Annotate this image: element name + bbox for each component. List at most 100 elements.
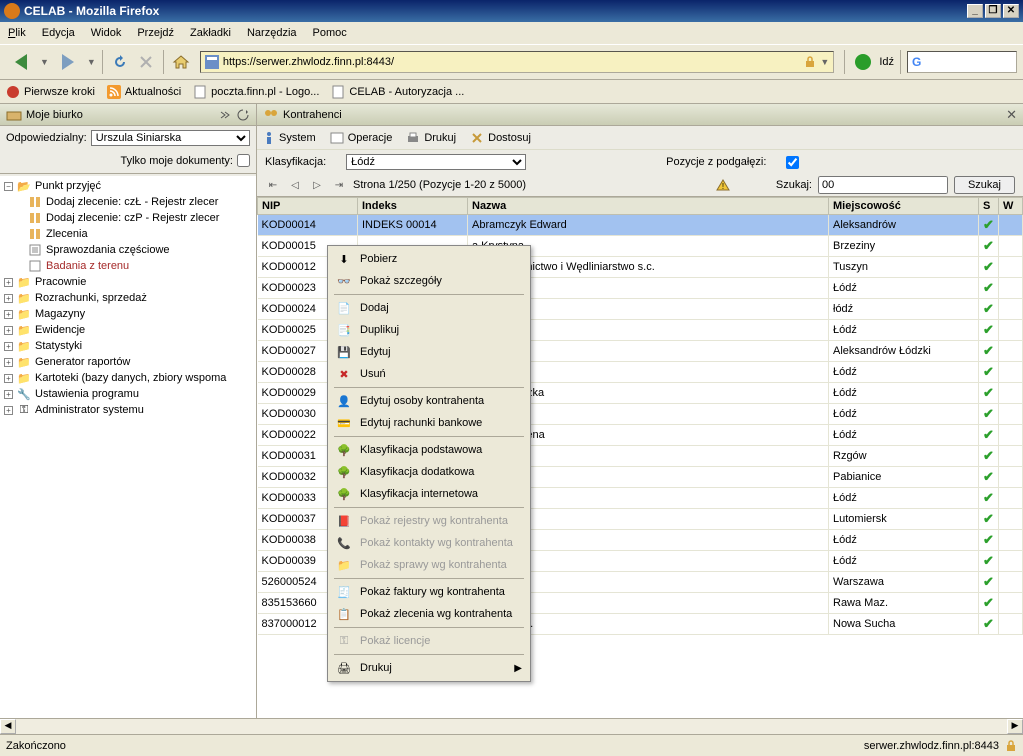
table-row[interactable]: KOD00014INDEKS 00014Abramczyk EdwardAlek… [258,215,1023,236]
ctx-kdod[interactable]: 🌳Klasyfikacja dodatkowa [330,461,528,483]
ctx-kint[interactable]: 🌳Klasyfikacja internetowa [330,483,528,505]
forward-dropdown-icon[interactable]: ▼ [87,57,96,67]
ctx-pobierz[interactable]: ⬇Pobierz [330,248,528,270]
bookmark-pierwsze[interactable]: Pierwsze kroki [6,85,95,99]
menu-file[interactable]: Plik [8,27,26,39]
tree-node-statystyki[interactable]: +📁Statystyki [0,338,256,354]
classification-select[interactable]: Łódź [346,154,526,170]
expand-icon[interactable]: + [4,326,13,335]
page-last-button[interactable]: ⇥ [331,177,347,193]
back-button[interactable] [6,48,36,76]
ctx-edytuj[interactable]: 💾Edytuj [330,341,528,363]
menu-tools[interactable]: Narzędzia [247,27,297,39]
cell-status: ✔ [979,425,999,446]
ctx-drukuj[interactable]: 🖨Drukuj▶ [330,657,528,679]
page-prev-button[interactable]: ◁ [287,177,303,193]
tree-node-rozrachunki[interactable]: +📁Rozrachunki, sprzedaż [0,290,256,306]
col-miejsc[interactable]: Miejscowość [829,198,979,215]
right-panel-toolbar: System Operacje Drukuj Dostosuj [257,126,1023,150]
menu-go[interactable]: Przejdź [137,27,174,39]
tree-node-ewidencje[interactable]: +📁Ewidencje [0,322,256,338]
ctx-osoby[interactable]: 👤Edytuj osoby kontrahenta [330,390,528,412]
back-dropdown-icon[interactable]: ▼ [40,57,49,67]
search-input[interactable] [924,56,1012,68]
expand-icon[interactable]: + [4,342,13,351]
panel-close-button[interactable]: ✕ [1006,107,1017,123]
stop-button[interactable] [135,51,157,73]
bookmark-celab[interactable]: CELAB - Autoryzacja ... [331,85,464,99]
subtree-checkbox[interactable] [786,156,799,169]
tree-node-magazyny[interactable]: +📁Magazyny [0,306,256,322]
col-s[interactable]: S [979,198,999,215]
forward-button[interactable] [53,48,83,76]
ctx-dodaj[interactable]: 📄Dodaj [330,297,528,319]
scroll-right-button[interactable]: ▶ [1007,719,1023,734]
tree-node-sprawozdania[interactable]: Sprawozdania częściowe [0,242,256,258]
tree-node-zlecenia[interactable]: Zlecenia [0,226,256,242]
go-label: Idź [879,56,894,68]
ctx-rachunki[interactable]: 💳Edytuj rachunki bankowe [330,412,528,434]
tree-node-punkt[interactable]: −📂Punkt przyjęć [0,178,256,194]
page-first-button[interactable]: ⇤ [265,177,281,193]
restore-button[interactable]: ❐ [985,4,1001,18]
menu-view[interactable]: Widok [91,27,122,39]
collapse-icon[interactable] [218,108,232,122]
tree-node-generator[interactable]: +📁Generator raportów [0,354,256,370]
expand-icon[interactable]: + [4,406,13,415]
go-button[interactable] [855,54,871,70]
menu-bookmarks[interactable]: Zakładki [190,27,231,39]
home-button[interactable] [170,51,192,73]
tree-node-ustawienia[interactable]: +🔧Ustawienia programu [0,386,256,402]
tree-node-pracownie[interactable]: +📁Pracownie [0,274,256,290]
menu-edit[interactable]: Edycja [42,27,75,39]
page-next-button[interactable]: ▷ [309,177,325,193]
minimize-button[interactable]: _ [967,4,983,18]
ctx-usun[interactable]: ✖Usuń [330,363,528,385]
expand-icon[interactable]: + [4,390,13,399]
menu-help[interactable]: Pomoc [313,27,347,39]
url-input[interactable] [223,56,805,68]
expand-icon[interactable]: + [4,278,13,287]
col-w[interactable]: W [999,198,1023,215]
tree-node-dodaj-czp[interactable]: Dodaj zlecenie: czP - Rejestr zlecer [0,210,256,226]
tool-system[interactable]: System [263,131,316,145]
tree-node-admin[interactable]: +⚿Administrator systemu [0,402,256,418]
bookmark-poczta[interactable]: poczta.finn.pl - Logo... [193,85,319,99]
search-button[interactable]: Szukaj [954,176,1015,194]
horizontal-scrollbar[interactable]: ◀ ▶ [0,718,1023,734]
ctx-kpod[interactable]: 🌳Klasyfikacja podstawowa [330,439,528,461]
responsible-select[interactable]: Urszula Siniarska [91,130,250,146]
only-mine-checkbox[interactable] [237,154,250,167]
collapse-icon[interactable]: − [4,182,13,191]
ctx-szczegoly[interactable]: 👓Pokaż szczegóły [330,270,528,292]
data-grid[interactable]: NIP Indeks Nazwa Miejscowość S W KOD0001… [257,197,1023,718]
search-box[interactable]: G [907,51,1017,73]
ctx-duplikuj[interactable]: 📑Duplikuj [330,319,528,341]
expand-icon[interactable]: + [4,358,13,367]
expand-icon[interactable]: + [4,294,13,303]
tree-node-dodaj-czl[interactable]: Dodaj zlecenie: czŁ - Rejestr zlecer [0,194,256,210]
tool-operacje[interactable]: Operacje [330,131,393,145]
expand-icon[interactable]: + [4,310,13,319]
expand-icon[interactable]: + [4,374,13,383]
tree-icon: 🌳 [336,464,352,480]
scroll-left-button[interactable]: ◀ [0,719,16,734]
separator [102,50,103,74]
col-indeks[interactable]: Indeks [358,198,468,215]
url-dropdown-icon[interactable]: ▼ [820,57,829,67]
ctx-zlecenia[interactable]: 📋Pokaż zlecenia wg kontrahenta [330,603,528,625]
scroll-track[interactable] [16,719,1007,734]
tool-drukuj[interactable]: Drukuj [406,131,456,145]
close-button[interactable]: ✕ [1003,4,1019,18]
refresh-icon[interactable] [236,108,250,122]
bookmark-aktualnosci[interactable]: Aktualności [107,85,181,99]
ctx-faktury[interactable]: 🧾Pokaż faktury wg kontrahenta [330,581,528,603]
col-nip[interactable]: NIP [258,198,358,215]
reload-button[interactable] [109,51,131,73]
tree-node-kartoteki[interactable]: +📁Kartoteki (bazy danych, zbiory wspoma [0,370,256,386]
url-bar[interactable]: ▼ [200,51,834,73]
col-nazwa[interactable]: Nazwa [468,198,829,215]
tree-node-badania[interactable]: Badania z terenu [0,258,256,274]
tool-dostosuj[interactable]: Dostosuj [470,131,531,145]
search-input[interactable] [818,176,948,194]
